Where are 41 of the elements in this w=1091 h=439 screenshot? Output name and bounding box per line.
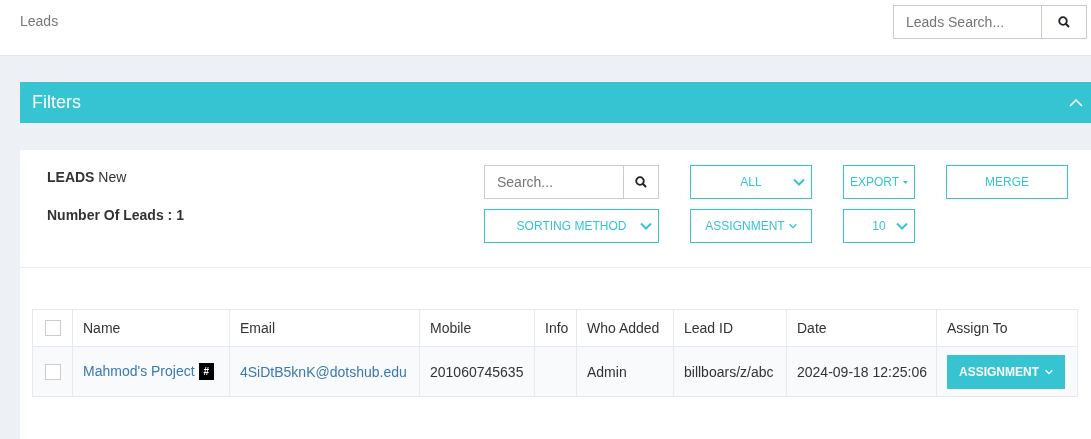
chevron-down-icon [788,223,797,229]
table-cell: 2024-09-18 12:25:06 [786,346,937,397]
column-header: Info [534,309,577,347]
page-title: Leads [20,13,59,29]
select-dropdown[interactable]: SORTING METHOD [484,209,659,243]
search-button[interactable] [624,165,659,199]
column-header: Date [786,309,937,347]
leads-heading: LEADS New [47,169,128,185]
search-icon [635,176,647,188]
checkbox[interactable] [44,363,61,380]
column-header: Name [72,309,230,347]
merge-button[interactable]: MERGE [946,165,1068,199]
tag-badge: # [198,363,215,381]
search-field[interactable]: Search... [484,165,624,199]
table-cell: Admin [576,346,674,397]
column-header: Assign To [936,309,1078,347]
leads-count: Number Of Leads : 1 [47,207,185,223]
filters-title: Filters [32,92,81,113]
table-cell: 201060745635 [419,346,535,397]
export-dropdown[interactable]: EXPORT [843,165,915,199]
column-header: Who Added [576,309,674,347]
select-dropdown[interactable]: ALL [690,165,812,199]
chevron-up-icon [1069,98,1083,107]
column-header: Mobile [419,309,535,347]
checkbox[interactable] [44,320,61,336]
assignment-dropdown[interactable]: ASSIGNMENT [690,209,812,243]
chevron-down-icon [1045,368,1053,375]
caret-icon [903,179,908,185]
column-header: Email [229,309,420,347]
search-icon [1058,16,1070,28]
search-field[interactable]: Leads Search... [893,5,1042,39]
assignment-button[interactable]: ASSIGNMENT [947,354,1065,389]
select-dropdown[interactable]: 10 [843,209,915,243]
lead-name-link[interactable]: Mahmod's Project [83,362,195,379]
filters-bar[interactable]: Filters [20,82,1091,123]
chevron-down-icon [793,178,805,186]
column-header: Lead ID [673,309,787,347]
search-button[interactable] [1042,5,1087,39]
chevron-down-icon [896,222,908,230]
table-cell: billboars/z/abc [673,346,787,397]
chevron-down-icon [640,222,652,230]
